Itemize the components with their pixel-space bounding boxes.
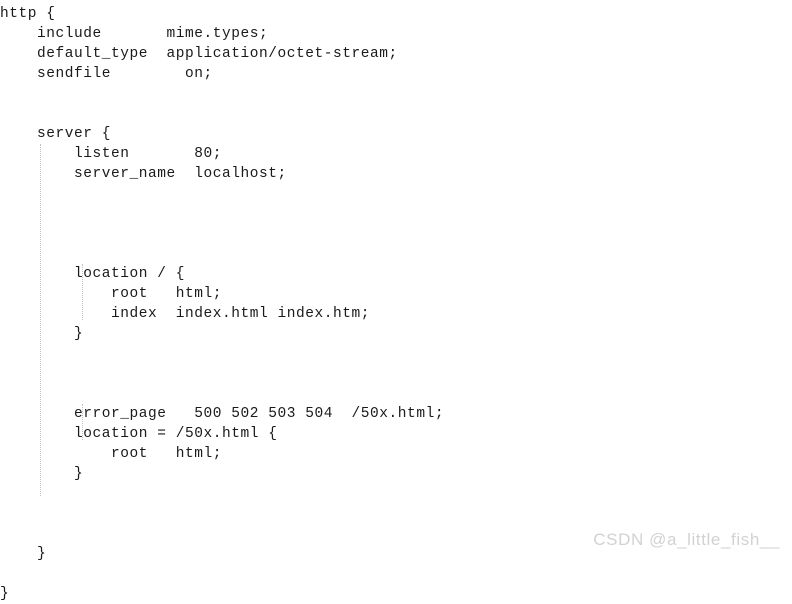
code-line: root html;	[0, 446, 223, 462]
code-line: http {	[0, 6, 56, 22]
code-content[interactable]: http { include mime.types; default_type …	[0, 4, 792, 604]
code-line: server {	[0, 126, 112, 142]
code-line: error_page 500 502 503 504 /50x.html;	[0, 406, 445, 422]
code-line: sendfile on;	[0, 66, 213, 82]
code-line: include mime.types;	[0, 26, 269, 42]
csdn-watermark: CSDN @a_little_fish__	[593, 530, 780, 549]
code-viewer[interactable]: http { include mime.types; default_type …	[0, 0, 792, 602]
code-line: default_type application/octet-stream;	[0, 46, 398, 62]
code-line: }	[0, 466, 84, 482]
code-line: index index.html index.htm;	[0, 306, 371, 322]
code-line: location = /50x.html {	[0, 426, 278, 442]
code-line: location / {	[0, 266, 186, 282]
code-line: }	[0, 586, 10, 602]
code-line: }	[0, 326, 84, 342]
code-line: listen 80;	[0, 146, 223, 162]
code-line: server_name localhost;	[0, 166, 287, 182]
code-line: root html;	[0, 286, 223, 302]
